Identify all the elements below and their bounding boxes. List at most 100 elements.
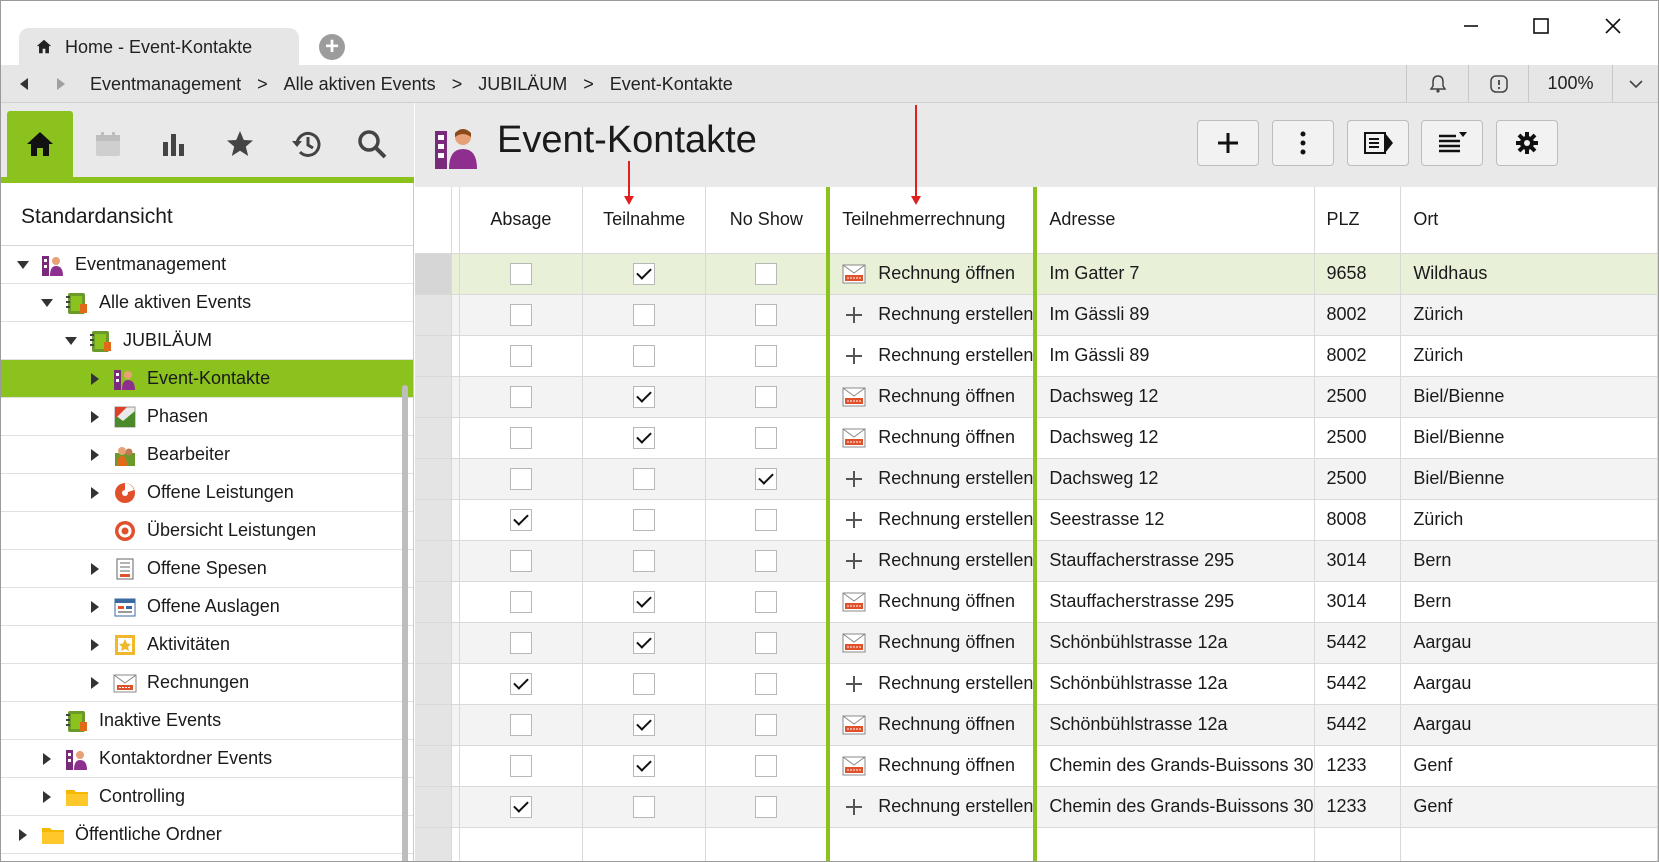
noshow-checkbox[interactable] [755,795,778,818]
absage-checkbox[interactable] [509,590,532,613]
tree-expander[interactable] [85,372,105,385]
absage-checkbox[interactable] [509,754,532,777]
table-row[interactable]: Rechnung öffnen Schönbühlstrasse 12a 5442 A… [415,704,1658,746]
row-selector[interactable] [415,335,453,377]
tree-item[interactable]: JUBILÄUM [1,322,413,360]
close-icon[interactable] [1593,11,1633,41]
create-invoice-link[interactable]: Rechnung erstellen [842,664,1033,704]
tree-expander[interactable] [85,676,105,689]
noshow-checkbox[interactable] [755,672,778,695]
settings-button[interactable] [1496,120,1558,166]
noshow-checkbox[interactable] [755,549,778,572]
tree-item[interactable]: Bearbeiter [1,436,413,474]
tree-expander[interactable] [61,336,81,345]
table-row[interactable]: Rechnung erstellen Chemin des Grands-Buis… [415,786,1658,828]
tree-item[interactable]: Event-Kontakte [1,360,413,398]
row-selector[interactable] [415,499,453,541]
absage-checkbox[interactable] [509,262,532,285]
noshow-checkbox[interactable] [755,385,778,408]
sidebar-history-button[interactable] [273,111,339,177]
column-header-teilnahme[interactable]: Teilnahme [582,187,707,254]
absage-checkbox[interactable] [509,426,532,449]
breadcrumb-item[interactable]: Eventmanagement [90,74,241,95]
table-row[interactable]: Rechnung erstellen Im Gässli 89 8002 Zürich [415,294,1658,336]
table-row[interactable]: Rechnung erstellen Stauffacherstrasse 295… [415,540,1658,582]
create-invoice-link[interactable]: Rechnung erstellen [842,336,1033,376]
view-button[interactable] [1347,120,1409,166]
table-row[interactable]: Rechnung öffnen Stauffacherstrasse 295 301… [415,581,1658,623]
open-invoice-link[interactable]: Rechnung öffnen [842,705,1033,745]
tree-item[interactable]: Inaktive Events [1,702,413,740]
breadcrumb-item[interactable]: Alle aktiven Events [284,74,436,95]
absage-checkbox[interactable] [509,385,532,408]
tree-item[interactable]: Kontaktordner Events [1,740,413,778]
absage-checkbox[interactable] [509,344,532,367]
row-selector[interactable] [415,294,453,336]
tree-item[interactable]: Offene Auslagen [1,588,413,626]
tree-item[interactable]: Offene Leistungen [1,474,413,512]
minimize-icon[interactable] [1451,11,1491,41]
create-invoice-link[interactable]: Rechnung erstellen [842,500,1033,540]
zoom-level[interactable]: 100% [1528,65,1612,102]
teilnahme-checkbox[interactable] [633,795,656,818]
table-row[interactable]: Rechnung öffnen Im Gatter 7 9658 Wildhaus [415,253,1658,295]
row-selector[interactable] [415,704,453,746]
noshow-checkbox[interactable] [755,590,778,613]
table-row[interactable]: Rechnung öffnen Dachsweg 12 2500 Biel/Bienn… [415,376,1658,418]
more-button[interactable] [1272,120,1334,166]
row-selector[interactable] [415,622,453,664]
sidebar-home-button[interactable] [7,111,73,177]
table-row[interactable]: Rechnung erstellen Dachsweg 12 2500 Biel/Bi… [415,458,1658,500]
create-invoice-link[interactable]: Rechnung erstellen [842,541,1033,581]
tree-expander[interactable] [85,638,105,651]
open-invoice-link[interactable]: Rechnung öffnen [842,582,1033,622]
table-row[interactable]: Rechnung erstellen Im Gässli 89 8002 Zürich [415,335,1658,377]
tree-expander[interactable] [37,298,57,307]
tree-expander[interactable] [13,260,33,269]
noshow-checkbox[interactable] [755,426,778,449]
teilnahme-checkbox[interactable] [633,754,656,777]
column-header-ort[interactable]: Ort [1400,187,1658,254]
notifications-button[interactable] [1406,65,1468,102]
row-selector[interactable] [415,376,453,418]
column-header-noshow[interactable]: No Show [705,187,829,254]
tree-expander[interactable] [13,828,33,841]
teilnahme-checkbox[interactable] [633,385,656,408]
noshow-checkbox[interactable] [755,631,778,654]
tree-expander[interactable] [85,600,105,613]
tree-item[interactable]: Öffentliche Ordner [1,816,413,854]
teilnahme-checkbox[interactable] [633,508,656,531]
breadcrumb-item[interactable]: Event-Kontakte [610,74,733,95]
tree-item[interactable]: Übersicht Leistungen [1,512,413,550]
open-invoice-link[interactable]: Rechnung öffnen [842,418,1033,458]
teilnahme-checkbox[interactable] [633,631,656,654]
open-invoice-link[interactable]: Rechnung öffnen [842,254,1033,294]
row-selector[interactable] [415,458,453,500]
absage-checkbox[interactable] [509,303,532,326]
view-title[interactable]: Standardansicht [21,205,173,229]
tree-item[interactable]: Rechnungen [1,664,413,702]
sidebar-calendar-button[interactable] [75,111,141,177]
tree-item[interactable]: Controlling [1,778,413,816]
table-row[interactable]: Rechnung erstellen Seestrasse 12 8008 Züric… [415,499,1658,541]
absage-checkbox[interactable] [509,795,532,818]
column-header-absage[interactable]: Absage [459,187,583,254]
noshow-checkbox[interactable] [755,508,778,531]
row-selector[interactable] [415,581,453,623]
noshow-checkbox[interactable] [755,754,778,777]
sidebar-scrollbar[interactable] [402,385,408,861]
back-icon[interactable] [17,76,31,92]
open-invoice-link[interactable]: Rechnung öffnen [842,746,1033,786]
teilnahme-checkbox[interactable] [633,303,656,326]
tab-home[interactable]: Home - Event-Kontakte [19,28,299,66]
tree-item[interactable]: Aktivitäten [1,626,413,664]
absage-checkbox[interactable] [509,508,532,531]
noshow-checkbox[interactable] [755,303,778,326]
forward-icon[interactable] [54,76,68,92]
row-selector[interactable] [415,663,453,705]
row-selector[interactable] [415,253,453,295]
tree-item[interactable]: Eventmanagement [1,246,413,284]
absage-checkbox[interactable] [509,631,532,654]
table-row[interactable]: Rechnung öffnen Dachsweg 12 2500 Biel/Bienn… [415,417,1658,459]
create-invoice-link[interactable]: Rechnung erstellen [842,295,1033,335]
